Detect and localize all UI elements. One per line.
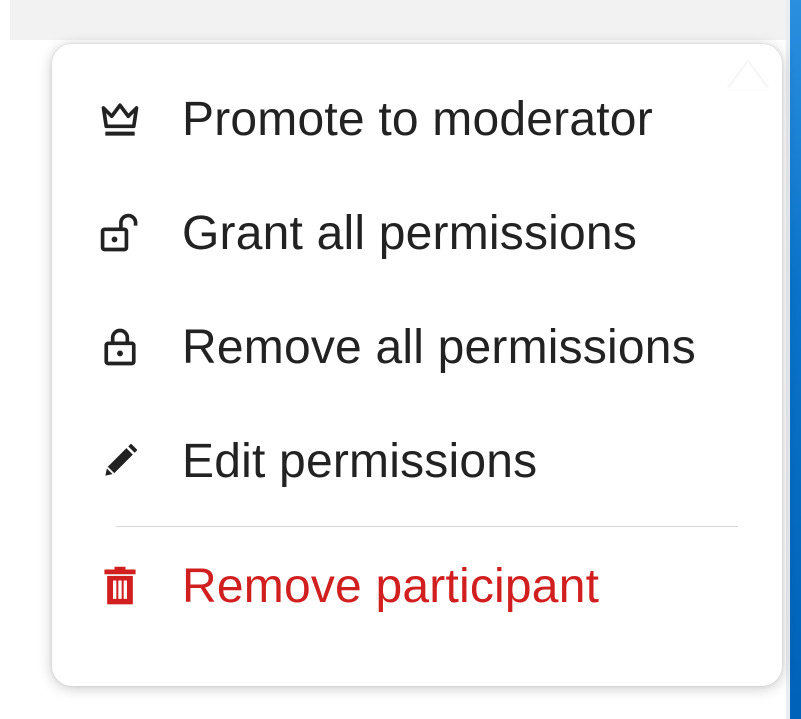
lock-open-icon [96, 209, 144, 257]
panel-separator [786, 0, 790, 719]
menu-item-promote-to-moderator[interactable]: Promote to moderator [52, 62, 782, 176]
participant-actions-menu: Promote to moderator Grant all permissio… [52, 44, 782, 686]
menu-item-label: Remove all permissions [182, 320, 696, 374]
trash-icon [96, 562, 144, 610]
menu-item-grant-all-permissions[interactable]: Grant all permissions [52, 176, 782, 290]
menu-item-remove-all-permissions[interactable]: Remove all permissions [52, 290, 782, 404]
pencil-icon [96, 437, 144, 485]
lock-icon [96, 323, 144, 371]
menu-item-edit-permissions[interactable]: Edit permissions [52, 404, 782, 518]
menu-item-label: Remove participant [182, 559, 600, 613]
menu-item-label: Grant all permissions [182, 206, 638, 260]
menu-item-label: Promote to moderator [182, 92, 653, 146]
menu-list: Promote to moderator Grant all permissio… [52, 62, 782, 645]
background-toolbar [10, 0, 790, 40]
screen: Promote to moderator Grant all permissio… [0, 0, 801, 719]
menu-item-remove-participant[interactable]: Remove participant [52, 527, 782, 645]
menu-item-label: Edit permissions [182, 434, 538, 488]
background-side-panel [786, 0, 801, 719]
crown-icon [96, 95, 144, 143]
